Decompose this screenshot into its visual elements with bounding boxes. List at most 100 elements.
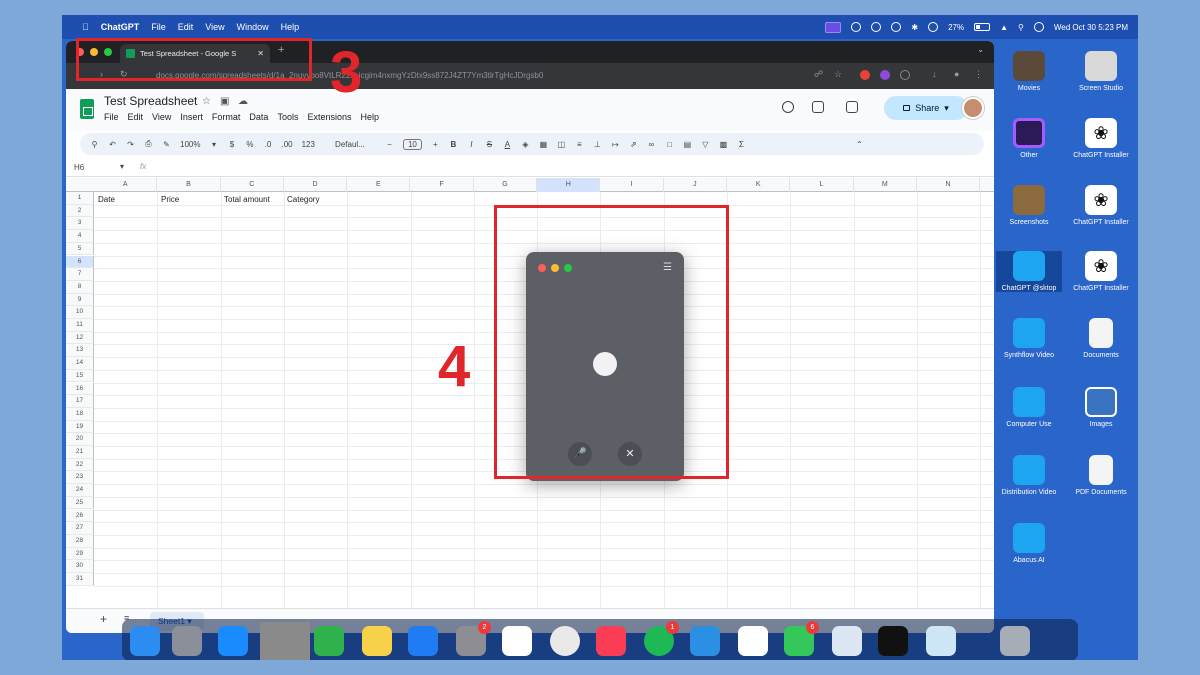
column-header-e[interactable]: E xyxy=(347,178,411,192)
row-header-5[interactable]: 5 xyxy=(66,242,94,256)
extensions-puzzle-icon[interactable] xyxy=(900,70,910,80)
comments-icon[interactable] xyxy=(812,101,824,113)
desktop-icon-synthflow-video[interactable]: Synthflow Video xyxy=(996,318,1062,359)
sheets-menu-view[interactable]: View xyxy=(152,112,171,122)
filter-icon[interactable]: ▽ xyxy=(701,140,710,149)
share-dropdown-icon[interactable]: ▾ xyxy=(944,103,949,114)
cell-c1[interactable]: Total amount xyxy=(224,195,270,204)
desktop-icon-movies[interactable]: Movies xyxy=(996,51,1062,92)
sheets-menu-insert[interactable]: Insert xyxy=(180,112,203,122)
status-icon[interactable] xyxy=(851,22,862,32)
name-box[interactable]: H6 xyxy=(74,163,84,172)
tab-list-chevron-icon[interactable]: ⌄ xyxy=(977,45,984,54)
clock-icon[interactable] xyxy=(928,22,939,32)
insert-chart-icon[interactable]: ▤ xyxy=(683,140,692,149)
zoom-dropdown-icon[interactable]: ▾ xyxy=(209,140,218,149)
italic-icon[interactable]: I xyxy=(467,140,476,149)
name-box-dropdown-icon[interactable]: ▾ xyxy=(120,162,124,171)
merge-cells-icon[interactable]: ◫ xyxy=(557,140,566,149)
currency-format-button[interactable]: $ xyxy=(227,140,236,149)
column-header-k[interactable]: K xyxy=(727,178,791,192)
row-header-13[interactable]: 13 xyxy=(66,344,94,358)
control-center-icon[interactable] xyxy=(1033,22,1044,32)
dock-notes-icon[interactable] xyxy=(362,626,392,656)
search-menus-icon[interactable]: ⚲ xyxy=(90,140,99,149)
column-header-f[interactable]: F xyxy=(411,178,474,192)
fill-color-icon[interactable]: ◈ xyxy=(521,140,530,149)
sheets-menu-data[interactable]: Data xyxy=(249,112,268,122)
avatar[interactable] xyxy=(962,97,984,119)
desktop-icon-chatgpt-installer-2[interactable]: ❀ ChatGPT Installer xyxy=(1068,185,1134,226)
row-header-31[interactable]: 31 xyxy=(66,573,94,586)
sheets-menu-tools[interactable]: Tools xyxy=(277,112,298,122)
print-icon[interactable]: ⎙ xyxy=(144,139,153,149)
desktop-icon-abacus-ai[interactable]: Abacus AI xyxy=(996,523,1062,564)
row-header-8[interactable]: 8 xyxy=(66,280,94,294)
extension-icon[interactable] xyxy=(891,22,902,32)
insert-comment-icon[interactable]: □ xyxy=(665,140,674,149)
row-header-25[interactable]: 25 xyxy=(66,496,94,510)
column-header-i[interactable]: I xyxy=(600,178,664,192)
dock-preview-icon[interactable] xyxy=(926,626,956,656)
vertical-align-icon[interactable]: ⊥ xyxy=(593,140,602,149)
undo-icon[interactable]: ↶ xyxy=(108,140,117,149)
row-header-24[interactable]: 24 xyxy=(66,484,94,497)
bookmark-star-icon[interactable]: ☆ xyxy=(834,69,842,80)
percent-format-button[interactable]: % xyxy=(245,140,254,149)
collapse-toolbar-icon[interactable]: ⌃ xyxy=(855,140,864,149)
decrease-decimal-button[interactable]: .0 xyxy=(263,140,272,149)
text-wrapping-icon[interactable]: ↦ xyxy=(611,140,620,149)
dock-terminal-icon[interactable] xyxy=(878,626,908,656)
dock-app-store-icon[interactable] xyxy=(408,626,438,656)
desktop-icon-images[interactable]: Images xyxy=(1068,387,1134,428)
decrease-font-size-button[interactable]: − xyxy=(385,140,394,149)
apple-icon[interactable]:  xyxy=(82,22,89,32)
column-header-m[interactable]: M xyxy=(854,178,917,192)
battery-icon[interactable] xyxy=(974,23,991,31)
column-header-j[interactable]: J xyxy=(664,178,727,192)
dock-system-settings-icon[interactable]: 2 xyxy=(456,621,491,656)
dock-messages-icon[interactable]: 6 xyxy=(784,621,819,656)
desktop-icon-chatgpt-installer-3[interactable]: ❀ ChatGPT Installer xyxy=(1068,251,1134,292)
move-folder-icon[interactable]: ▣ xyxy=(220,96,229,107)
horizontal-align-icon[interactable]: ≡ xyxy=(575,140,584,149)
extension-google-icon[interactable] xyxy=(860,70,870,80)
column-header-b[interactable]: B xyxy=(157,178,221,192)
row-header-23[interactable]: 23 xyxy=(66,471,94,485)
desktop-icon-chatgpt-installer-1[interactable]: ❀ ChatGPT Installer xyxy=(1068,118,1134,159)
strikethrough-icon[interactable]: S xyxy=(485,140,494,149)
row-header-10[interactable]: 10 xyxy=(66,306,94,319)
row-header-11[interactable]: 11 xyxy=(66,319,94,332)
font-size-field[interactable]: 10 xyxy=(402,138,422,150)
cell-b1[interactable]: Price xyxy=(161,195,179,204)
download-icon[interactable]: ↓ xyxy=(932,69,937,79)
cell-d1[interactable]: Category xyxy=(287,195,319,204)
menu-edit[interactable]: Edit xyxy=(178,22,194,32)
zoom-select[interactable]: 100% xyxy=(180,140,200,149)
insert-link-icon[interactable]: ∞ xyxy=(647,140,656,149)
row-header-6[interactable]: 6 xyxy=(66,255,94,269)
sheets-menu-edit[interactable]: Edit xyxy=(128,112,144,122)
desktop-icon-chatgpt-desktop[interactable]: ChatGPT @sktop xyxy=(996,251,1062,292)
dock-launchpad-icon[interactable] xyxy=(172,626,202,656)
increase-font-size-button[interactable]: + xyxy=(431,140,440,149)
column-header-a[interactable]: A xyxy=(94,178,158,192)
menu-file[interactable]: File xyxy=(151,22,166,32)
cloud-status-icon[interactable]: ☁ xyxy=(238,96,248,107)
install-icon[interactable]: ☍ xyxy=(814,69,823,80)
desktop-icon-documents[interactable]: Documents xyxy=(1068,318,1134,359)
share-button[interactable]: Share ▾ xyxy=(884,96,968,120)
desktop-icon-screen-studio[interactable]: Screen Studio xyxy=(1068,51,1134,92)
dock-slack-icon[interactable] xyxy=(502,626,532,656)
row-header-12[interactable]: 12 xyxy=(66,331,94,345)
menu-window[interactable]: Window xyxy=(237,22,269,32)
column-header-d[interactable]: D xyxy=(284,178,348,192)
column-header-c[interactable]: C xyxy=(221,178,284,192)
dock-spotify-icon[interactable]: 1 xyxy=(644,621,679,656)
row-header-21[interactable]: 21 xyxy=(66,446,94,459)
sheets-logo-icon[interactable] xyxy=(80,99,94,119)
chatgpt-status-icon[interactable] xyxy=(871,22,882,32)
row-header-20[interactable]: 20 xyxy=(66,433,94,446)
menu-view[interactable]: View xyxy=(205,22,224,32)
column-header-l[interactable]: L xyxy=(790,178,854,192)
